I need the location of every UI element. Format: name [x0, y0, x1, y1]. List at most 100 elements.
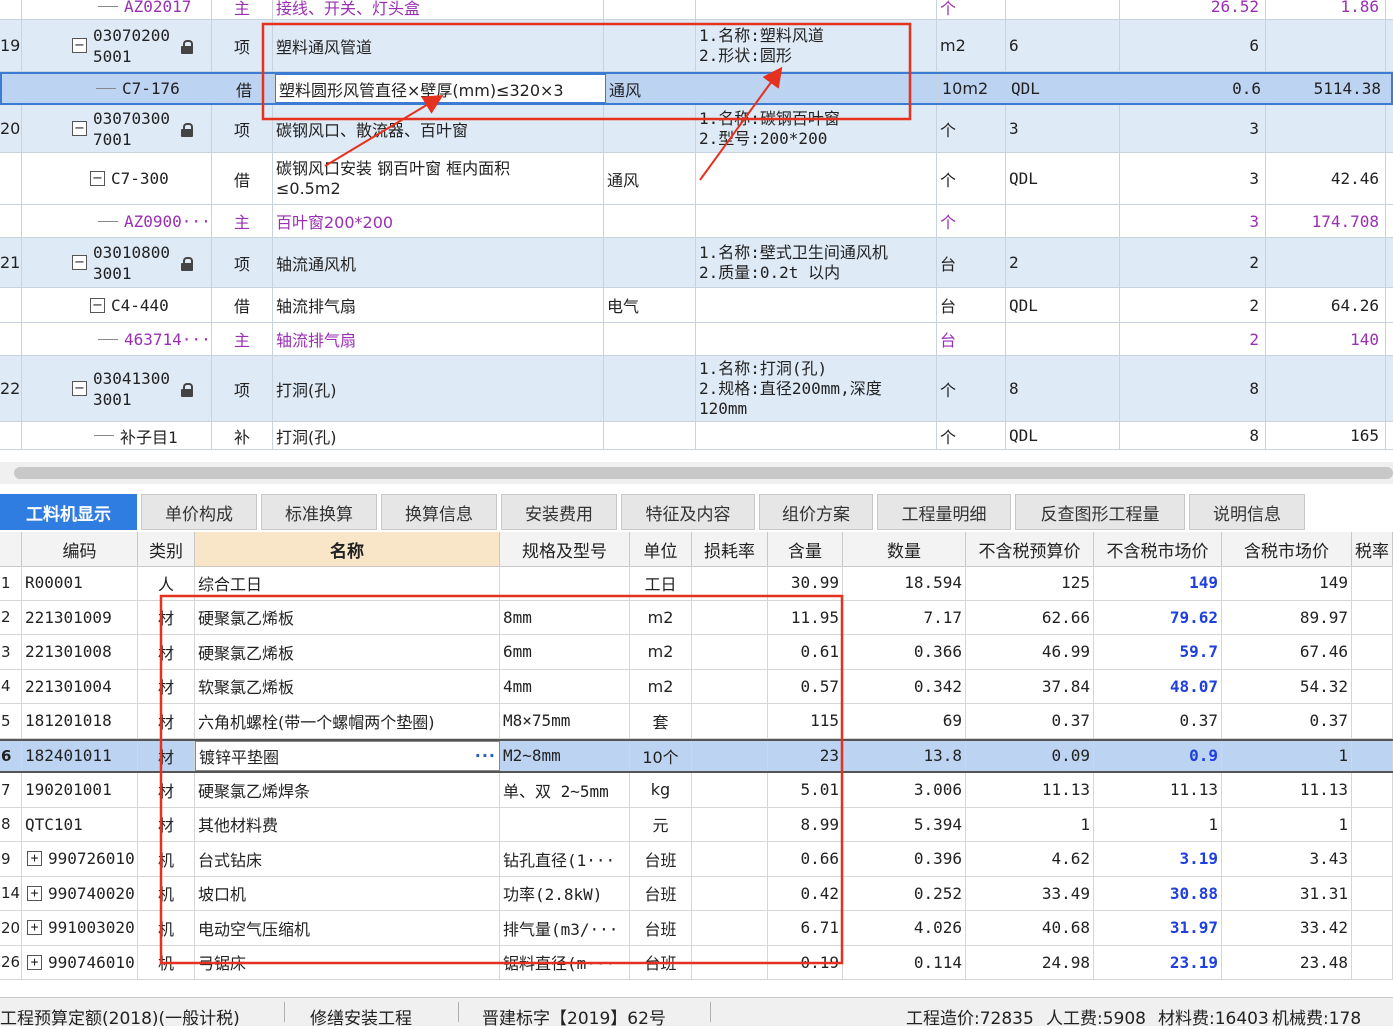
quota-row[interactable]: − C4-440 借轴流排气扇 电气台 QDL 2 64.26 [0, 288, 1393, 323]
more-options-icon[interactable]: ··· [475, 746, 496, 765]
name-cell[interactable]: 弓锯床 [195, 945, 500, 979]
name-cell[interactable]: 轴流排气扇 [273, 323, 604, 355]
bill-item-row[interactable]: 19−030702005001 项塑料通风管道 1.名称:塑料风道 2.形状:圆形 m… [0, 20, 1393, 72]
content-cell[interactable]: 0.42 [768, 876, 843, 910]
content-cell[interactable]: 0.57 [768, 669, 843, 703]
name-cell[interactable]: 综合工日 [195, 566, 500, 600]
tab-4[interactable]: 安装费用 [501, 494, 617, 530]
table-row[interactable]: 14 +990740020 机坡口机 功率(2.8kW) 台班 0.42 0.252 33.4… [0, 876, 1393, 911]
bill-tree-grid[interactable]: AZ02017 主接线、开关、灯头盒个 26.52 1.86 19−0307020050… [0, 0, 1393, 462]
table-row[interactable]: 6 182401011 材 镀锌平垫圈 ··· M2~8mm 10个 23 13.8 0.09 0.… [0, 738, 1393, 773]
content-cell[interactable]: 11.95 [768, 600, 843, 634]
table-row[interactable]: 26 +990746010 机弓锯床 锯料直径(m··· 台班 0.19 0.114 24.9… [0, 945, 1393, 980]
tab-5[interactable]: 特征及内容 [621, 494, 755, 530]
column-header-8[interactable]: 不含税预算价 [966, 532, 1094, 566]
code-cell[interactable]: C7-176 [24, 74, 214, 103]
market-cell[interactable]: 30.88 [1094, 876, 1222, 910]
name-cell[interactable]: 接线、开关、灯头盒 [273, 0, 604, 19]
market-cell[interactable]: 3.19 [1094, 842, 1222, 876]
name-cell[interactable]: 坡口机 [195, 876, 500, 910]
tab-1[interactable]: 单价构成 [141, 494, 257, 530]
content-cell[interactable]: 5.01 [768, 773, 843, 807]
bill-item-row[interactable]: 22−030413003001 项打洞(孔) 1.名称:打洞(孔) 2.规格:直径2… [0, 356, 1393, 422]
code-cell[interactable]: − C4-440 [22, 288, 212, 322]
collapse-toggle-icon[interactable]: − [90, 171, 105, 186]
column-header-3[interactable]: 规格及型号 [500, 532, 630, 566]
column-header-7[interactable]: 数量 [843, 532, 966, 566]
tab-0[interactable]: 工料机显示 [0, 494, 137, 530]
market-cell[interactable]: 31.97 [1094, 911, 1222, 945]
name-cell[interactable]: 百叶窗200*200 [273, 205, 604, 237]
name-cell[interactable]: 其他材料费 [195, 807, 500, 841]
table-row[interactable]: 2 221301009 材 硬聚氯乙烯板 8mm m2 11.95 7.17 62.66 79.6… [0, 600, 1393, 635]
market-cell[interactable]: 23.19 [1094, 945, 1222, 979]
horizontal-scrollbar[interactable] [0, 462, 1393, 484]
quota-row[interactable]: 补子目1 补打洞(孔) 个 QDL 8 165 [0, 422, 1393, 450]
code-cell[interactable]: −030413003001 [22, 356, 212, 421]
name-cell[interactable]: 塑料圆形风管直径×壁厚(mm)≤320×3 [275, 74, 606, 103]
collapse-toggle-icon[interactable]: − [90, 297, 105, 313]
content-cell[interactable]: 0.61 [768, 635, 843, 669]
name-cell[interactable]: 镀锌平垫圈 ··· [195, 740, 500, 771]
market-cell[interactable]: 48.07 [1094, 669, 1222, 703]
code-cell[interactable]: AZ0900··· [22, 205, 212, 237]
name-cell[interactable]: 软聚氯乙烯板 [195, 669, 500, 703]
name-cell[interactable]: 电动空气压缩机 [195, 911, 500, 945]
market-cell[interactable]: 1 [1094, 807, 1222, 841]
column-header-4[interactable]: 单位 [630, 532, 692, 566]
table-row[interactable]: 5 181201018 材 六角机螺栓(带一个螺帽两个垫圈) M8×75mm 套 115 69… [0, 704, 1393, 739]
name-cell[interactable]: 塑料通风管道 [273, 20, 604, 71]
bill-item-row[interactable]: 21−030108003001 项轴流通风机 1.名称:壁式卫生间通风机 2.质量:… [0, 238, 1393, 288]
content-cell[interactable]: 8.99 [768, 807, 843, 841]
market-cell[interactable]: 59.7 [1094, 635, 1222, 669]
market-cell[interactable]: 0.9 [1094, 740, 1222, 771]
market-cell[interactable]: 79.62 [1094, 600, 1222, 634]
column-header-11[interactable]: 税率 [1352, 532, 1393, 566]
tab-8[interactable]: 反查图形工程量 [1015, 494, 1185, 530]
content-cell[interactable]: 30.99 [768, 566, 843, 600]
table-row[interactable]: 3 221301008 材 硬聚氯乙烯板 6mm m2 0.61 0.366 46.99 59.7… [0, 635, 1393, 670]
market-cell[interactable]: 149 [1094, 566, 1222, 600]
quota-row[interactable]: 463714··· 主轴流排气扇 台 2 140 [0, 323, 1393, 356]
code-cell[interactable]: 463714··· [22, 323, 212, 355]
collapse-toggle-icon[interactable]: − [72, 255, 87, 270]
expand-icon[interactable]: + [27, 954, 42, 970]
code-cell[interactable]: −030108003001 [22, 238, 212, 287]
expand-icon[interactable]: + [27, 885, 42, 901]
quota-row[interactable]: − C7-300 借碳钢风口安装 钢百叶窗 框内面积 ≤0.5m2 通风个 QDL 3 42… [0, 153, 1393, 205]
code-cell[interactable]: AZ02017 [22, 0, 212, 19]
name-cell[interactable]: 硬聚氯乙烯焊条 [195, 773, 500, 807]
code-cell[interactable]: −030702005001 [22, 20, 212, 71]
code-cell[interactable]: 补子目1 [22, 422, 212, 449]
code-cell[interactable]: −030703007001 [22, 105, 212, 152]
collapse-toggle-icon[interactable]: − [72, 381, 87, 396]
name-cell[interactable]: 硬聚氯乙烯板 [195, 600, 500, 634]
content-cell[interactable]: 0.66 [768, 842, 843, 876]
expand-icon[interactable]: + [27, 920, 42, 936]
column-header-6[interactable]: 含量 [768, 532, 843, 566]
content-cell[interactable]: 6.71 [768, 911, 843, 945]
column-header-2[interactable]: 名称 [195, 532, 500, 566]
quota-row[interactable]: AZ0900··· 主百叶窗200*200 个 3 174.708 [0, 205, 1393, 238]
content-cell[interactable]: 0.19 [768, 945, 843, 979]
table-row[interactable]: 1 R00001 人 综合工日 工日 30.99 18.594 125 149 149 [0, 566, 1393, 601]
table-row[interactable]: 9 +990726010 机 台式钻床 钻孔直径(1··· 台班 0.66 0.396 4.62… [0, 842, 1393, 877]
name-cell[interactable]: 台式钻床 [195, 842, 500, 876]
tab-2[interactable]: 标准换算 [261, 494, 377, 530]
tab-6[interactable]: 组价方案 [759, 494, 873, 530]
table-row[interactable]: 4 221301004 材 软聚氯乙烯板 4mm m2 0.57 0.342 37.84 48.0… [0, 669, 1393, 704]
name-cell[interactable]: 六角机螺栓(带一个螺帽两个垫圈) [195, 704, 500, 738]
name-cell[interactable]: 硬聚氯乙烯板 [195, 635, 500, 669]
column-header-9[interactable]: 不含税市场价 [1094, 532, 1222, 566]
tab-7[interactable]: 工程量明细 [877, 494, 1011, 530]
name-cell[interactable]: 轴流排气扇 [273, 288, 604, 322]
tab-3[interactable]: 换算信息 [381, 494, 497, 530]
content-cell[interactable]: 115 [768, 704, 843, 738]
column-header-10[interactable]: 含税市场价 [1222, 532, 1352, 566]
table-row[interactable]: 20 +991003020 机电动空气压缩机 排气量(m3/··· 台班 6.71 4.02… [0, 911, 1393, 946]
tab-9[interactable]: 说明信息 [1189, 494, 1305, 530]
column-header-1[interactable]: 类别 [138, 532, 195, 566]
name-cell[interactable]: 碳钢风口安装 钢百叶窗 框内面积 ≤0.5m2 [273, 153, 604, 204]
collapse-toggle-icon[interactable]: − [72, 121, 87, 136]
name-cell[interactable]: 轴流通风机 [273, 238, 604, 287]
